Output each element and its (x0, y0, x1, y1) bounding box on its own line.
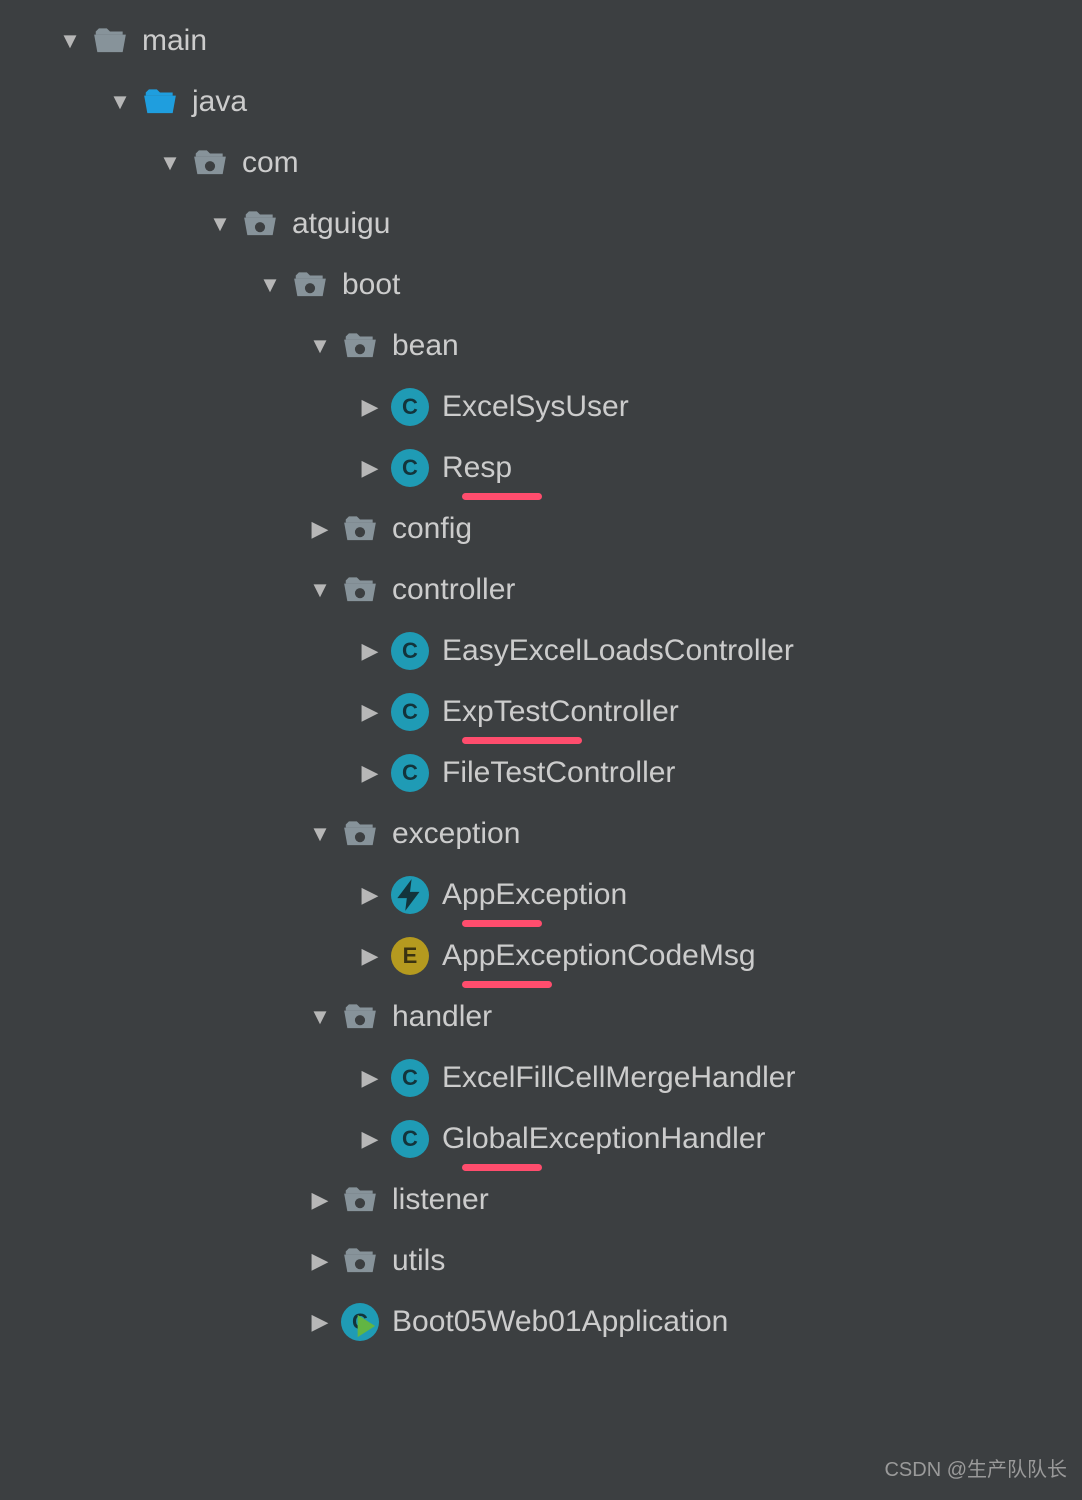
tree-item-label: exception (392, 819, 520, 849)
expand-arrow-right-icon[interactable] (350, 638, 390, 664)
tree-item-label: controller (392, 575, 515, 605)
package-icon (340, 997, 380, 1037)
tree-row[interactable]: bean (0, 315, 1082, 376)
expand-arrow-right-icon[interactable] (300, 1248, 340, 1274)
tree-item-label: GlobalExceptionHandler (442, 1124, 766, 1154)
expand-arrow-down-icon[interactable] (300, 1004, 340, 1030)
expand-arrow-right-icon[interactable] (350, 882, 390, 908)
tree-row[interactable]: controller (0, 559, 1082, 620)
tree-row[interactable]: listener (0, 1169, 1082, 1230)
expand-arrow-right-icon[interactable] (350, 760, 390, 786)
tree-row[interactable]: C EasyExcelLoadsController (0, 620, 1082, 681)
expand-arrow-down-icon[interactable] (50, 28, 90, 54)
package-icon (340, 570, 380, 610)
tree-item-label: listener (392, 1185, 489, 1215)
tree-row[interactable]: boot (0, 254, 1082, 315)
expand-arrow-down-icon[interactable] (150, 150, 190, 176)
spring-class-icon: C (340, 1302, 380, 1342)
folder-src-icon (140, 82, 180, 122)
tree-row[interactable]: C ExcelSysUser (0, 376, 1082, 437)
tree-item-label: com (242, 148, 299, 178)
tree-row[interactable]: handler (0, 986, 1082, 1047)
tree-row[interactable]: com (0, 132, 1082, 193)
expand-arrow-right-icon[interactable] (350, 943, 390, 969)
tree-item-label: ExpTestController (442, 697, 679, 727)
expand-arrow-down-icon[interactable] (300, 577, 340, 603)
class-icon: C (390, 631, 430, 671)
expand-arrow-right-icon[interactable] (300, 516, 340, 542)
tree-row[interactable]: C ExcelFillCellMergeHandler (0, 1047, 1082, 1108)
tree-row[interactable]: C ExpTestController (0, 681, 1082, 742)
folder-open-icon (90, 21, 130, 61)
class-icon: C (390, 448, 430, 488)
package-icon (340, 814, 380, 854)
tree-item-label: config (392, 514, 472, 544)
tree-item-label: FileTestController (442, 758, 675, 788)
expand-arrow-right-icon[interactable] (350, 1065, 390, 1091)
class-icon: C (390, 1058, 430, 1098)
tree-item-label: main (142, 26, 207, 56)
expand-arrow-right-icon[interactable] (350, 1126, 390, 1152)
tree-item-label: EasyExcelLoadsController (442, 636, 794, 666)
package-icon (190, 143, 230, 183)
expand-arrow-right-icon[interactable] (300, 1309, 340, 1335)
watermark: CSDN @生产队队长 (884, 1453, 1067, 1482)
tree-row[interactable]: utils (0, 1230, 1082, 1291)
tree-row[interactable]: C Resp (0, 437, 1082, 498)
tree-row[interactable]: AppException (0, 864, 1082, 925)
class-icon: C (390, 1119, 430, 1159)
expand-arrow-right-icon[interactable] (350, 699, 390, 725)
expand-arrow-down-icon[interactable] (300, 821, 340, 847)
tree-row[interactable]: exception (0, 803, 1082, 864)
tree-item-label: atguigu (292, 209, 390, 239)
expand-arrow-down-icon[interactable] (200, 211, 240, 237)
expand-arrow-down-icon[interactable] (300, 333, 340, 359)
tree-row[interactable]: config (0, 498, 1082, 559)
tree-item-label: Resp (442, 453, 512, 483)
package-icon (340, 509, 380, 549)
tree-item-label: ExcelSysUser (442, 392, 629, 422)
expand-arrow-down-icon[interactable] (100, 89, 140, 115)
expand-arrow-right-icon[interactable] (300, 1187, 340, 1213)
tree-item-label: utils (392, 1246, 445, 1276)
package-icon (340, 326, 380, 366)
tree-row[interactable]: C FileTestController (0, 742, 1082, 803)
enum-icon: E (390, 936, 430, 976)
tree-item-label: boot (342, 270, 400, 300)
package-icon (240, 204, 280, 244)
tree-item-label: Boot05Web01Application (392, 1307, 728, 1337)
tree-row[interactable]: E AppExceptionCodeMsg (0, 925, 1082, 986)
tree-row[interactable]: atguigu (0, 193, 1082, 254)
project-tree: mainjavacomatguigubootbeanCExcelSysUserC… (0, 10, 1082, 1352)
class-icon: C (390, 753, 430, 793)
tree-row[interactable]: main (0, 10, 1082, 71)
tree-item-label: ExcelFillCellMergeHandler (442, 1063, 795, 1093)
expand-arrow-right-icon[interactable] (350, 455, 390, 481)
tree-item-label: AppException (442, 880, 627, 910)
tree-item-label: bean (392, 331, 459, 361)
tree-item-label: java (192, 87, 247, 117)
class-icon: C (390, 692, 430, 732)
tree-row[interactable]: C Boot05Web01Application (0, 1291, 1082, 1352)
exception-icon (390, 875, 430, 915)
tree-row[interactable]: java (0, 71, 1082, 132)
package-icon (290, 265, 330, 305)
expand-arrow-right-icon[interactable] (350, 394, 390, 420)
class-icon: C (390, 387, 430, 427)
package-icon (340, 1241, 380, 1281)
package-icon (340, 1180, 380, 1220)
tree-item-label: AppExceptionCodeMsg (442, 941, 756, 971)
expand-arrow-down-icon[interactable] (250, 272, 290, 298)
tree-row[interactable]: C GlobalExceptionHandler (0, 1108, 1082, 1169)
tree-item-label: handler (392, 1002, 492, 1032)
